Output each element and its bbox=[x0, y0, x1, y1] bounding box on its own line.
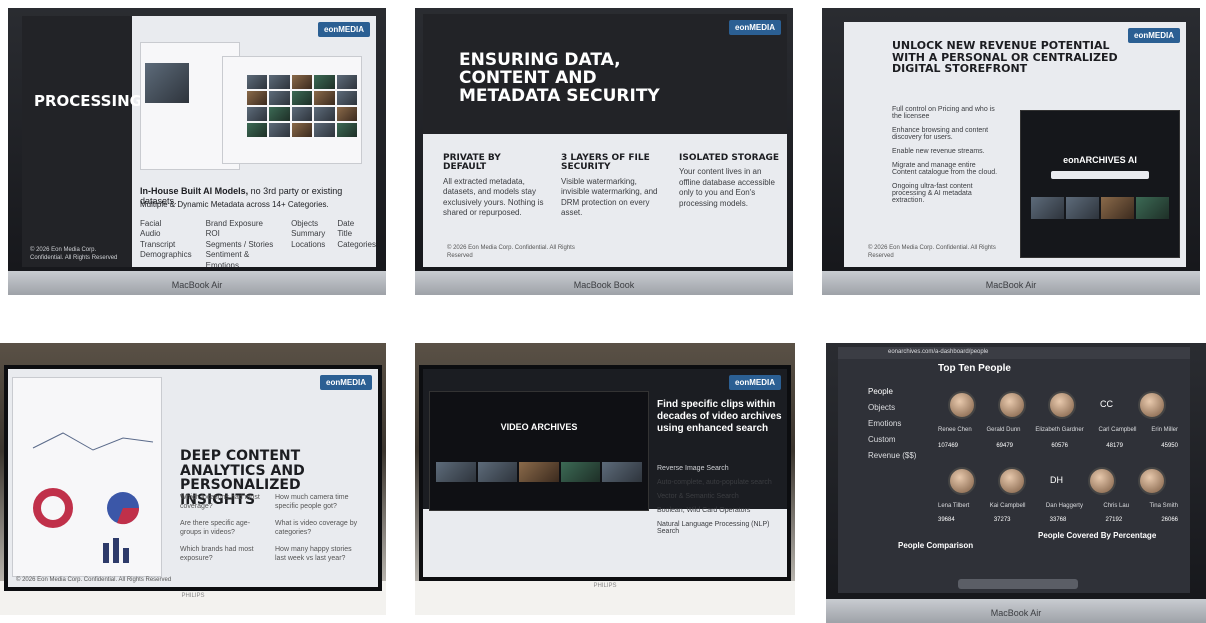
category-columns: Facial Audio Transcript Demographics Brand… bbox=[140, 219, 376, 267]
avatar bbox=[1048, 391, 1076, 419]
photo-storefront-slide: UNLOCK NEW REVENUE POTENTIAL WITH A PERS… bbox=[822, 8, 1200, 295]
people-row-2-values: 39684 37273 33768 27192 26066 bbox=[938, 517, 1178, 523]
category-col-3: Objects Summary Locations bbox=[291, 219, 326, 249]
archive-title: VIDEO ARCHIVES bbox=[500, 422, 578, 432]
store-search-bar bbox=[1051, 171, 1149, 179]
tv-screen: eonMEDIA DEEP CONTENT ANALYTICS AND PERS… bbox=[8, 369, 378, 587]
people-percentage-title: People Covered By Percentage bbox=[1038, 531, 1157, 540]
bullet-pricing: Full control on Pricing and who is the l… bbox=[892, 106, 995, 120]
people-row-1-values: 107469 69479 60576 48179 45950 bbox=[938, 443, 1178, 449]
slide-footer: © 2026 Eon Media Corp. Confidential. All… bbox=[447, 245, 575, 260]
browser-bar: eonarchives.com/a-dashboard/people bbox=[838, 347, 1190, 359]
security-col-storage: ISOLATED STORAGE Your content lives in a… bbox=[679, 153, 780, 208]
mock-dashboard bbox=[12, 377, 162, 577]
eonmedia-logo: eonMEDIA bbox=[729, 375, 781, 390]
laptop-screen: eonarchives.com/a-dashboard/people Top T… bbox=[838, 347, 1190, 593]
people-row-2-labels: Lena Tilbert Kai Campbell Dan Haggerty C… bbox=[938, 503, 1178, 509]
photo-search-slide: VIDEO ARCHIVES eonMEDIA Find specific cl… bbox=[415, 343, 795, 615]
security-col-private: PRIVATE BY DEFAULT All extracted metadat… bbox=[443, 153, 544, 218]
device-label: MacBook Air bbox=[985, 280, 1037, 290]
eonmedia-logo: eonMEDIA bbox=[318, 22, 370, 37]
device-label: MacBook Air bbox=[990, 608, 1042, 618]
category-col-1: Facial Audio Transcript Demographics bbox=[140, 219, 192, 260]
slide-footer: © 2026 Eon Media Corp. Confidential. All… bbox=[16, 577, 172, 584]
avatar bbox=[1138, 467, 1166, 495]
sidebar-item-custom[interactable]: Custom bbox=[868, 435, 916, 444]
headline-bold: In-House Built AI Models, bbox=[140, 186, 249, 196]
eonmedia-logo: eonMEDIA bbox=[729, 20, 781, 35]
security-col-layers: 3 LAYERS OF FILE SECURITY Visible waterm… bbox=[561, 153, 658, 218]
category-col-2: Brand Exposure ROI Segments / Stories Sent… bbox=[205, 219, 274, 267]
device-label: MacBook Air bbox=[171, 280, 223, 290]
avatar bbox=[998, 391, 1026, 419]
people-comparison-title: People Comparison bbox=[898, 541, 974, 550]
storefront-bullets: Full control on Pricing and who is the l… bbox=[892, 106, 1002, 211]
device-label: MacBook Book bbox=[573, 280, 635, 290]
store-name: eonARCHIVES AI bbox=[1063, 155, 1137, 165]
avatar bbox=[1088, 467, 1116, 495]
eonmedia-logo: eonMEDIA bbox=[320, 375, 372, 390]
sidebar-item-people[interactable]: People bbox=[868, 387, 916, 396]
slide-title: Find specific clips within decades of vi… bbox=[657, 399, 782, 434]
people-row-1-labels: Renee Chen Gerald Dunn Elizabeth Gardner… bbox=[938, 427, 1178, 433]
avatar bbox=[998, 467, 1026, 495]
sidebar-item-revenue[interactable]: Revenue ($$) bbox=[868, 451, 916, 460]
browser-url: eonarchives.com/a-dashboard/people bbox=[888, 349, 989, 355]
avatar-initials: DH bbox=[1050, 475, 1063, 485]
dashboard-sidebar: People Objects Emotions Custom Revenue (… bbox=[868, 387, 916, 467]
mock-media-grid bbox=[222, 56, 362, 164]
avatar bbox=[948, 467, 976, 495]
avatar bbox=[948, 391, 976, 419]
device-label: PHILIPS bbox=[593, 583, 617, 589]
bullet-processing: Ongoing ultra-fast content processing & … bbox=[892, 183, 973, 204]
security-columns: PRIVATE BY DEFAULT All extracted metadat… bbox=[443, 153, 783, 218]
slide-title: UNLOCK NEW REVENUE POTENTIAL WITH A PERS… bbox=[892, 39, 1118, 76]
sidebar-item-objects[interactable]: Objects bbox=[868, 403, 916, 412]
eonmedia-logo: eonMEDIA bbox=[1128, 28, 1180, 43]
bullet-browsing: Enhance browsing and content discovery f… bbox=[892, 127, 989, 141]
laptop-screen: PROCESSING eonMEDIA In-House Built AI Mo… bbox=[22, 16, 376, 267]
tv-monitor: VIDEO ARCHIVES eonMEDIA Find specific cl… bbox=[419, 365, 791, 581]
slide-title: PROCESSING bbox=[34, 92, 142, 110]
laptop-screen: ENSURING DATA, CONTENT AND METADATA SECU… bbox=[423, 14, 787, 267]
sidebar-item-emotions[interactable]: Emotions bbox=[868, 419, 916, 428]
mock-storefront: eonARCHIVES AI bbox=[1020, 110, 1180, 258]
avatar-initials: CC bbox=[1100, 399, 1113, 409]
macos-dock bbox=[958, 579, 1078, 589]
avatar bbox=[1138, 391, 1166, 419]
slide-footer: © 2026 Eon Media Corp. Confidential. All… bbox=[868, 245, 996, 260]
analytics-questions: Which locations had most coverage? How m… bbox=[180, 494, 358, 563]
section-title: Top Ten People bbox=[938, 363, 1011, 374]
photo-people-dashboard: eonarchives.com/a-dashboard/people Top T… bbox=[826, 343, 1206, 623]
bullet-migrate: Migrate and manage entire Content catalo… bbox=[892, 162, 998, 176]
category-col-4: Date Title Categories bbox=[337, 219, 376, 249]
photo-grid: PROCESSING eonMEDIA In-House Built AI Mo… bbox=[0, 0, 1206, 623]
tv-monitor: eonMEDIA DEEP CONTENT ANALYTICS AND PERS… bbox=[4, 365, 382, 591]
photo-processing-slide: PROCESSING eonMEDIA In-House Built AI Mo… bbox=[8, 8, 386, 295]
slide-title: ENSURING DATA, CONTENT AND METADATA SECU… bbox=[459, 50, 660, 106]
photo-security-slide: ENSURING DATA, CONTENT AND METADATA SECU… bbox=[415, 8, 793, 295]
mock-video-archives: VIDEO ARCHIVES bbox=[429, 391, 649, 511]
photo-analytics-slide: eonMEDIA DEEP CONTENT ANALYTICS AND PERS… bbox=[0, 343, 386, 615]
subline: Multiple & Dynamic Metadata across 14+ C… bbox=[140, 200, 329, 209]
search-features: Reverse Image Search Auto-complete, auto… bbox=[657, 465, 772, 535]
bullet-revenue: Enable new revenue streams. bbox=[892, 148, 985, 155]
slide-footer: © 2026 Eon Media Corp. Confidential. All… bbox=[30, 247, 118, 262]
tv-screen: VIDEO ARCHIVES eonMEDIA Find specific cl… bbox=[423, 369, 787, 577]
laptop-screen: UNLOCK NEW REVENUE POTENTIAL WITH A PERS… bbox=[844, 22, 1186, 267]
device-label: PHILIPS bbox=[181, 593, 205, 599]
dashboard-graphics bbox=[32, 432, 154, 563]
